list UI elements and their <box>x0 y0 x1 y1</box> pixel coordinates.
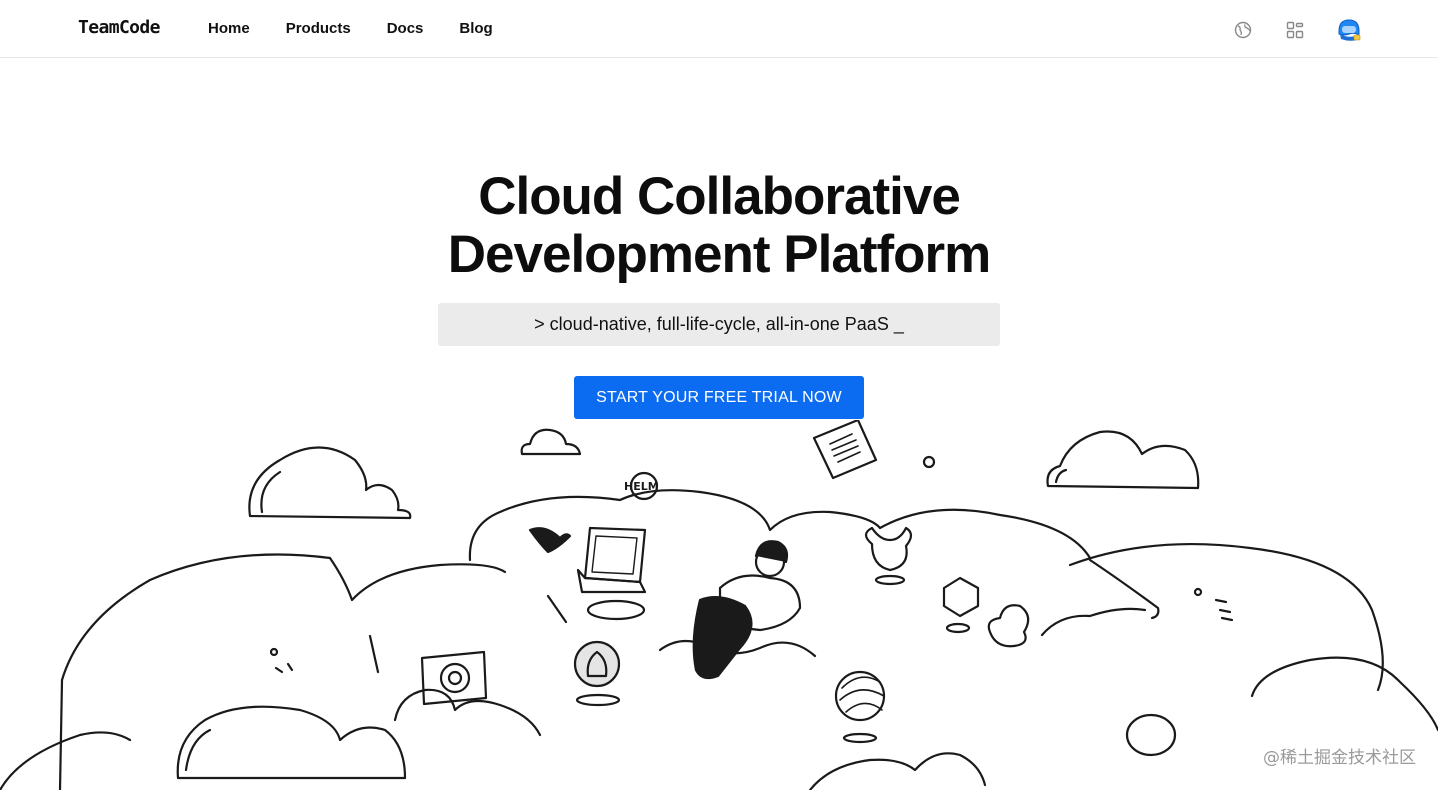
apps-grid-icon[interactable] <box>1284 19 1306 41</box>
hero-title-line-2: Development Platform <box>447 225 992 284</box>
top-navigation-bar: TeamCode Home Products Docs Blog <box>0 0 1438 58</box>
hero-illustration: HELM <box>0 420 1438 790</box>
main-nav: Home Products Docs Blog <box>208 20 529 37</box>
avatar[interactable] <box>1336 17 1362 43</box>
nav-blog-link[interactable]: Blog <box>459 20 492 37</box>
logo[interactable]: TeamCode <box>78 17 161 38</box>
nav-products-link[interactable]: Products <box>286 20 351 37</box>
nav-home-link[interactable]: Home <box>208 20 250 37</box>
header-actions <box>1202 17 1362 43</box>
helm-label: HELM <box>624 480 659 493</box>
globe-icon[interactable] <box>1232 19 1254 41</box>
watermark: @稀土掘金技术社区 <box>1263 748 1416 768</box>
hero-title: Cloud Collaborative Development Platform <box>0 168 1438 284</box>
nav-docs-link[interactable]: Docs <box>387 20 424 37</box>
start-free-trial-button[interactable]: START YOUR FREE TRIAL NOW <box>574 376 864 419</box>
hero-title-line-1: Cloud Collaborative <box>478 167 961 226</box>
tagline-terminal: > cloud-native, full-life-cycle, all-in-… <box>438 303 1000 346</box>
